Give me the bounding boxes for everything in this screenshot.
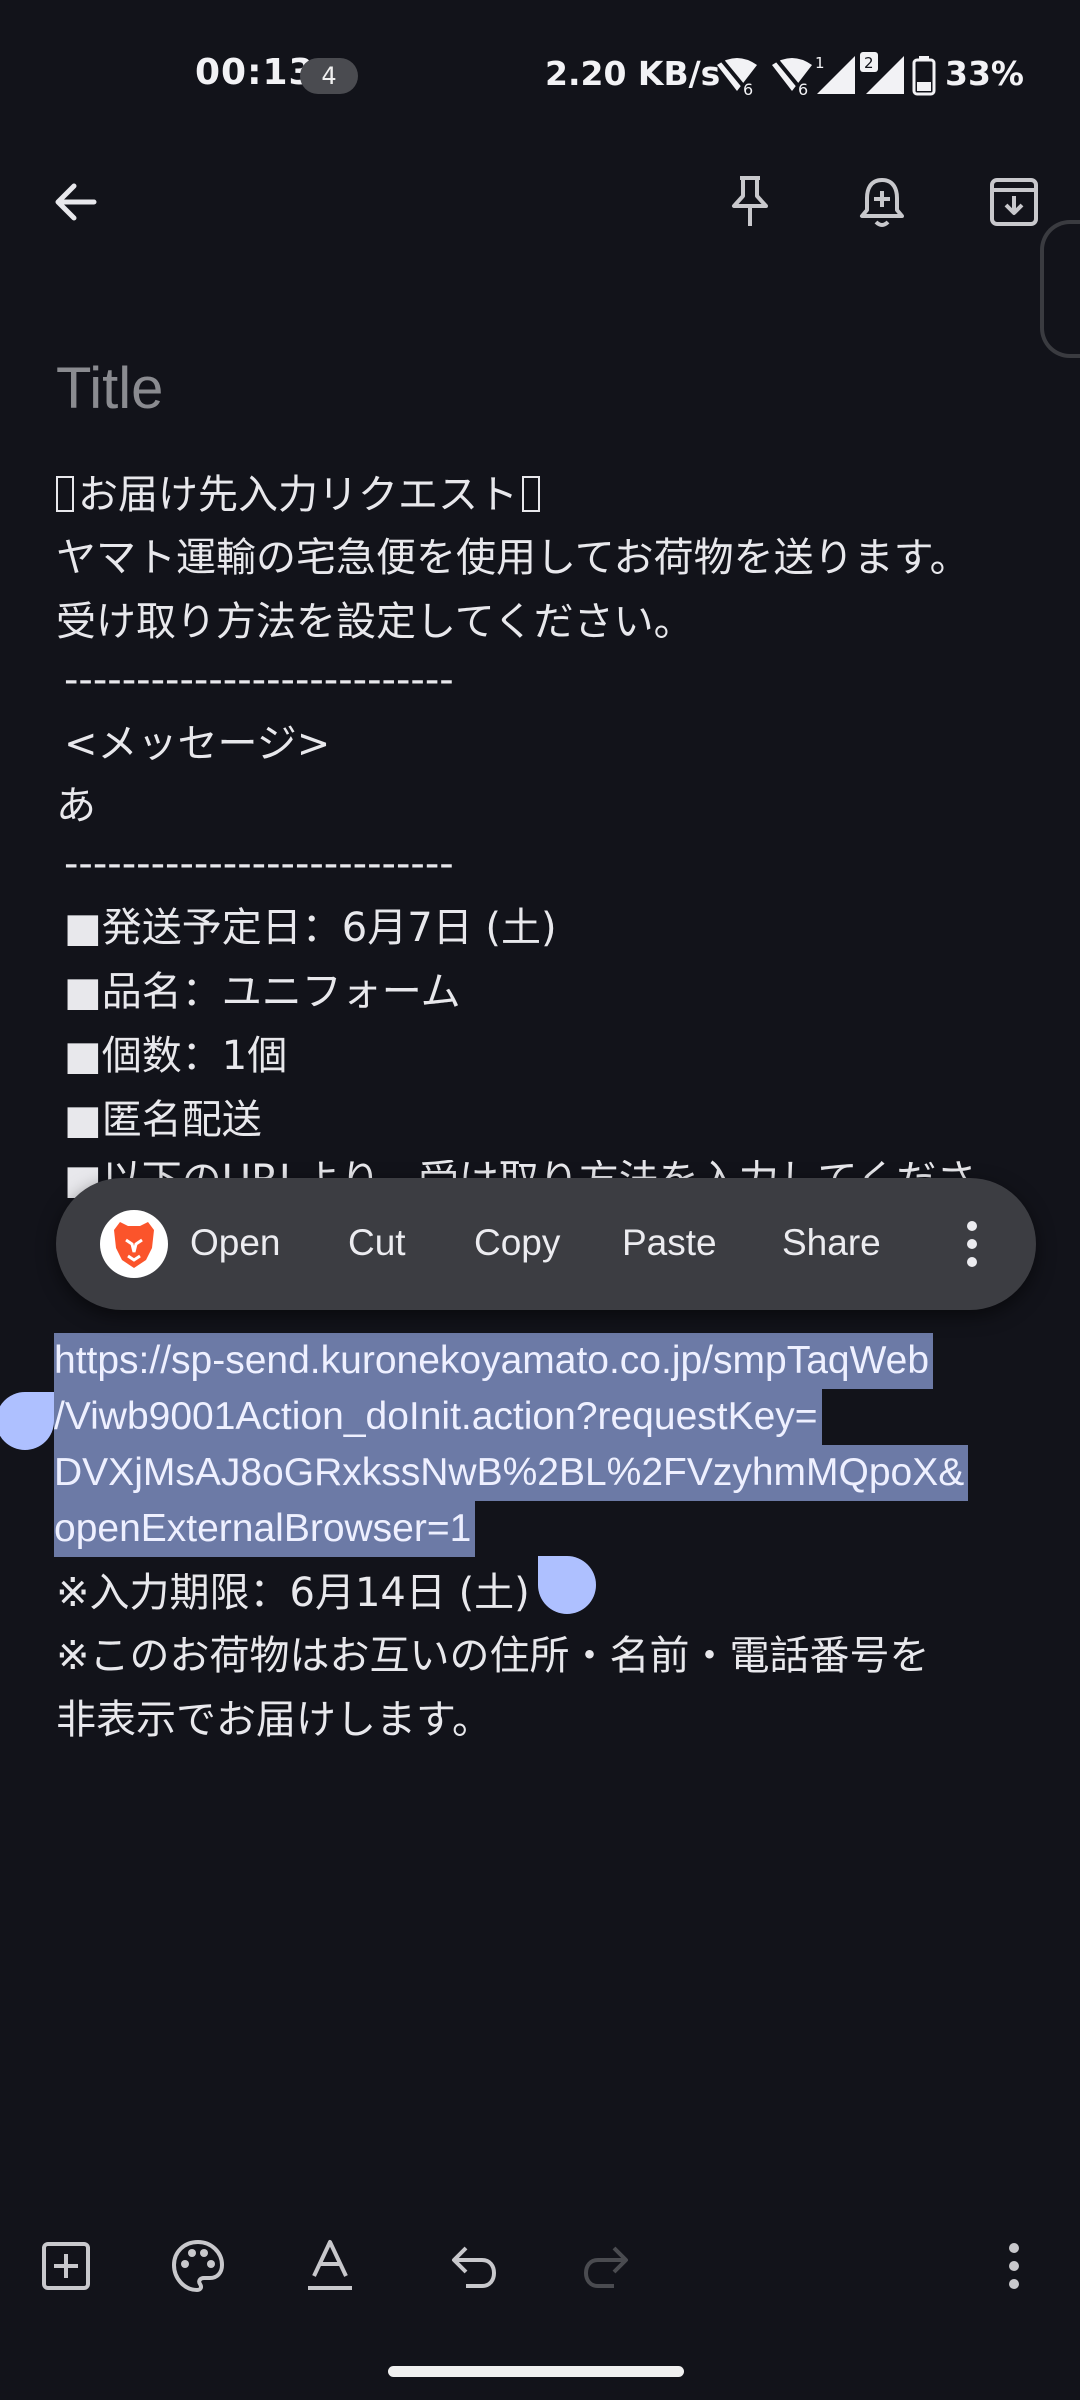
- menu-open[interactable]: Open: [190, 1222, 281, 1264]
- wifi-6-icon: 6: [770, 57, 814, 101]
- back-button[interactable]: [40, 166, 112, 238]
- background-options-button[interactable]: [162, 2230, 234, 2302]
- note-line: ■個数：1個: [64, 1033, 288, 1079]
- menu-copy[interactable]: Copy: [474, 1222, 560, 1264]
- note-line: ■匿名配送: [64, 1097, 262, 1143]
- note-line: あ: [56, 783, 96, 829]
- brave-lion-icon: [114, 1222, 154, 1268]
- signal-sim2-icon: 2: [860, 52, 906, 100]
- edge-panel-handle[interactable]: [1040, 220, 1080, 358]
- missing-glyph-icon: [522, 476, 540, 512]
- more-options-button[interactable]: [978, 2230, 1050, 2302]
- redo-button[interactable]: [570, 2230, 642, 2302]
- reminder-button[interactable]: [846, 166, 918, 238]
- selection-end-handle[interactable]: [538, 1556, 596, 1614]
- menu-share[interactable]: Share: [782, 1222, 881, 1264]
- note-line: お届け先入力リクエスト: [56, 475, 540, 515]
- add-content-button[interactable]: [30, 2230, 102, 2302]
- text-format-button[interactable]: [294, 2230, 366, 2302]
- undo-button[interactable]: [438, 2230, 510, 2302]
- wifi-6-icon: 6: [715, 57, 759, 101]
- signal-sim1-icon: 1: [815, 52, 857, 100]
- battery-icon: [912, 56, 936, 100]
- bell-plus-icon: [860, 178, 904, 227]
- network-speed: 2.20 KB/s: [545, 54, 721, 93]
- battery-percent: 33%: [945, 54, 1024, 93]
- menu-cut[interactable]: Cut: [348, 1222, 406, 1264]
- pin-button[interactable]: [714, 166, 786, 238]
- svg-text:6: 6: [798, 80, 808, 97]
- gesture-navigation-bar[interactable]: [388, 2366, 684, 2377]
- note-line: ■品名：ユニフォーム: [64, 969, 461, 1015]
- pin-icon: [732, 176, 768, 226]
- palette-icon: [171, 2239, 225, 2293]
- note-title-input[interactable]: Title: [56, 355, 163, 422]
- svg-text:6: 6: [743, 80, 753, 97]
- menu-more-button[interactable]: [940, 1212, 1004, 1276]
- svg-text:1: 1: [815, 54, 825, 72]
- note-line: 非表示でお届けします。: [56, 1697, 492, 1743]
- text-format-icon: [308, 2240, 352, 2290]
- status-bar: 00:13 4 2.20 KB/s 6 6 1 2 33%: [0, 0, 1080, 150]
- note-line: <メッセージ>: [64, 721, 331, 767]
- redo-icon: [584, 2246, 628, 2288]
- add-box-icon: [42, 2242, 90, 2290]
- more-vert-icon: [967, 1221, 977, 1267]
- note-line: 受け取り方法を設定してください。: [56, 599, 694, 645]
- selected-url-text[interactable]: /Viwb9001Action_doInit.action?requestKey…: [54, 1389, 822, 1445]
- menu-paste[interactable]: Paste: [622, 1222, 717, 1264]
- undo-icon: [452, 2246, 496, 2288]
- selected-url-text[interactable]: DVXjMsAJ8oGRxkssNwB%2BL%2FVzyhmMQpoX&: [54, 1445, 969, 1501]
- missing-glyph-icon: [56, 476, 74, 512]
- archive-button[interactable]: [978, 166, 1050, 238]
- selected-url-text[interactable]: openExternalBrowser=1: [54, 1501, 476, 1557]
- arrow-left-icon: [55, 183, 97, 221]
- brave-browser-icon[interactable]: [100, 1210, 168, 1278]
- note-line: ※入力期限：6月14日 (土): [56, 1570, 530, 1616]
- note-line: ヤマト運輸の宅急便を使用してお荷物を送ります。: [56, 535, 970, 581]
- selection-start-handle[interactable]: [0, 1392, 54, 1450]
- more-vert-icon: [1009, 2243, 1019, 2289]
- note-line: ■発送予定日：6月7日 (土): [64, 905, 557, 951]
- selected-url-text[interactable]: https://sp-send.kuronekoyamato.co.jp/smp…: [54, 1333, 934, 1389]
- svg-text:2: 2: [864, 54, 874, 72]
- notification-count-badge: 4: [300, 58, 358, 94]
- note-line: ---------------------------: [64, 657, 454, 703]
- note-line: ※このお荷物はお互いの住所・名前・電話番号を: [56, 1633, 930, 1679]
- note-line: ---------------------------: [64, 841, 454, 887]
- clock: 00:13: [195, 52, 315, 93]
- archive-icon: [990, 178, 1038, 226]
